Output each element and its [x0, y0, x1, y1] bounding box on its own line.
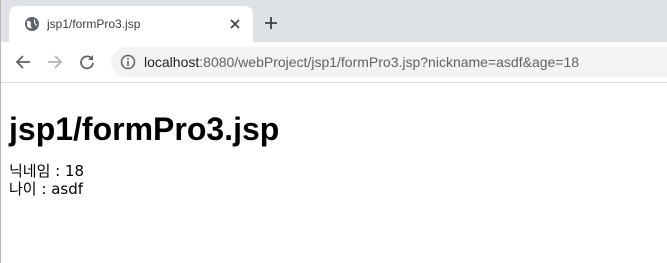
tab-title: jsp1/formPro3.jsp: [47, 17, 141, 31]
url-host: localhost: [144, 54, 200, 70]
close-icon[interactable]: [227, 16, 243, 32]
reload-icon[interactable]: [77, 52, 97, 72]
address-bar[interactable]: localhost:8080/webProject/jsp1/formPro3.…: [111, 47, 667, 77]
page-content: jsp1/formPro3.jsp 닉네임 : 18 나이 : asdf: [1, 111, 667, 198]
back-arrow-icon[interactable]: [13, 52, 33, 72]
tab-active[interactable]: jsp1/formPro3.jsp: [9, 6, 253, 42]
plus-icon[interactable]: [263, 15, 279, 31]
url-path: :8080/webProject/jsp1/formPro3.jsp?nickn…: [199, 54, 580, 70]
browser-window: jsp1/formPro3.jsp localhost:8080/webProj…: [0, 0, 667, 263]
nickname-line: 닉네임 : 18: [9, 162, 85, 180]
info-icon[interactable]: [120, 54, 136, 70]
url-text[interactable]: localhost:8080/webProject/jsp1/formPro3.…: [144, 54, 579, 70]
browser-toolbar: localhost:8080/webProject/jsp1/formPro3.…: [1, 42, 667, 83]
tab-strip: jsp1/formPro3.jsp: [1, 0, 667, 42]
page-heading: jsp1/formPro3.jsp: [9, 111, 280, 147]
result-lines: 닉네임 : 18 나이 : asdf: [9, 162, 659, 198]
forward-arrow-icon[interactable]: [45, 52, 65, 72]
globe-icon: [24, 16, 40, 32]
age-line: 나이 : asdf: [9, 180, 83, 198]
